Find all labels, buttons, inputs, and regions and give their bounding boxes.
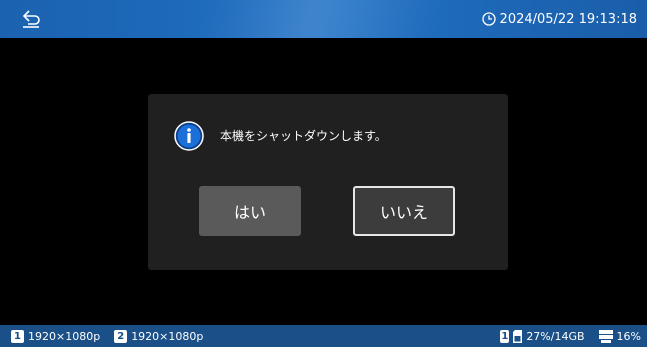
clock: 2024/05/22 19:13:18 xyxy=(481,0,637,38)
output-2-badge: 2 xyxy=(114,329,128,343)
storage-status: 1 27%/14GB 16% xyxy=(500,325,641,347)
storage-usage: 16% xyxy=(616,329,641,343)
dialog-message: 本機をシャットダウンします。 xyxy=(220,129,387,143)
output-2-resolution: 1920×1080p xyxy=(131,329,204,343)
top-bar: 2024/05/22 19:13:18 xyxy=(0,0,647,38)
sd-card-icon xyxy=(513,329,523,343)
hdd-icon xyxy=(598,329,613,343)
top-bar-sheen xyxy=(200,0,440,38)
yes-button[interactable]: はい xyxy=(199,186,301,236)
output-1-badge: 1 xyxy=(11,329,24,343)
output-1-resolution: 1920×1080p xyxy=(28,329,101,343)
sd-slot-badge: 1 xyxy=(500,329,510,343)
shutdown-dialog: 本機をシャットダウンします。 はい いいえ xyxy=(148,94,508,270)
status-bar: 1 1920×1080p 2 1920×1080p 1 27%/14GB 16% xyxy=(0,325,647,347)
sd-usage: 27%/14GB xyxy=(526,329,585,343)
output-status: 1 1920×1080p 2 1920×1080p xyxy=(11,325,203,347)
datetime-text: 2024/05/22 19:13:18 xyxy=(499,11,637,27)
return-arrow-icon xyxy=(22,10,40,28)
no-button[interactable]: いいえ xyxy=(353,186,455,236)
back-button[interactable] xyxy=(20,8,42,30)
info-icon xyxy=(174,121,204,151)
clock-icon xyxy=(481,12,496,26)
